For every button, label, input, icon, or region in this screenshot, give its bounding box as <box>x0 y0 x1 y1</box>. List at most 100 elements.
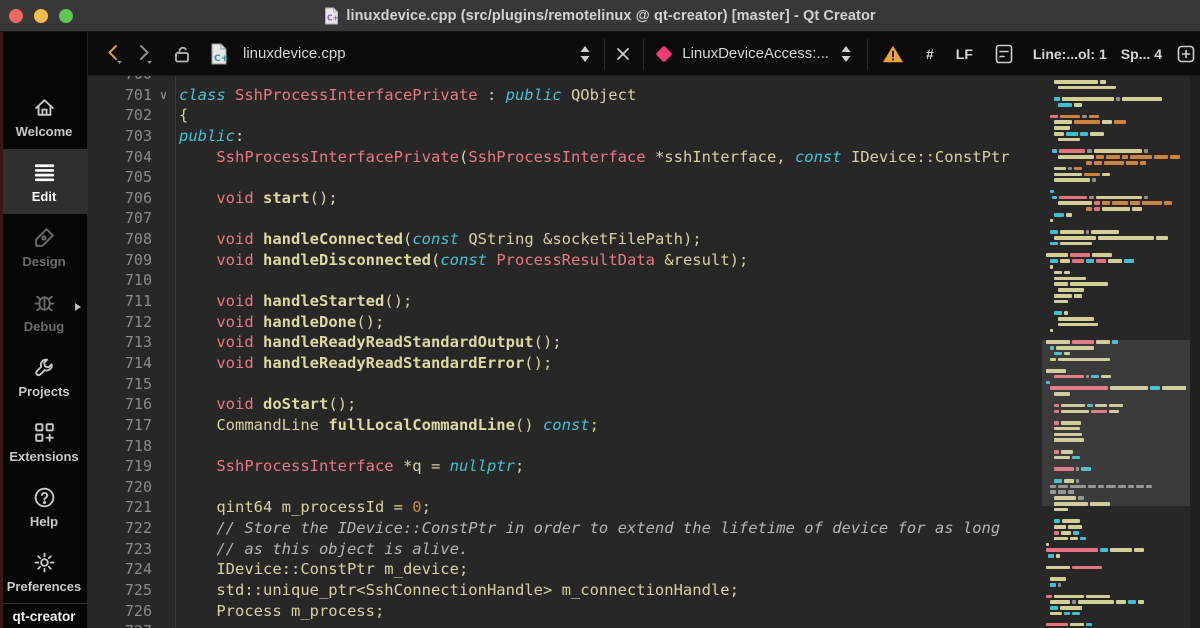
code-line[interactable]: 724 IDevice::ConstPtr m_device; <box>88 559 1040 581</box>
code-line[interactable]: 705 <box>88 167 1040 188</box>
fold-column <box>152 559 175 580</box>
code-line[interactable]: 706 void start(); <box>88 187 1040 209</box>
code-line[interactable]: 709 void handleDisconnected(const Proces… <box>88 249 1040 271</box>
project-kit-selector[interactable]: qt-creator <box>0 603 88 628</box>
fold-column <box>152 539 175 560</box>
code-line[interactable]: 717 CommandLine fullLocalCommandLine() c… <box>88 414 1040 436</box>
fold-column <box>152 477 175 498</box>
line-ending-indicator[interactable]: LF <box>956 46 973 62</box>
home-icon <box>34 98 54 116</box>
code-line[interactable]: 700 <box>88 76 1040 85</box>
debug-bug-icon <box>34 295 54 311</box>
code-line[interactable]: 723 // as this object is alive. <box>88 538 1040 560</box>
code-text: void handleDone(); <box>175 311 1040 333</box>
line-number: 703 <box>124 126 152 145</box>
indentation-indicator[interactable]: Sp... 4 <box>1121 46 1162 62</box>
plus-box-icon <box>1177 45 1195 62</box>
code-line[interactable]: 726 Process m_process; <box>88 600 1040 622</box>
line-number: 715 <box>124 374 152 393</box>
sidebar-item-help[interactable]: Help <box>0 474 88 539</box>
fold-chevron-icon[interactable]: ∨ <box>152 85 175 106</box>
sidebar-item-welcome[interactable]: Welcome <box>0 84 88 149</box>
zoom-add-button[interactable] <box>1176 44 1196 64</box>
qt-creator-window: C+ linuxdevice.cpp (src/plugins/remoteli… <box>0 0 1200 628</box>
code-line[interactable]: 712 void handleDone(); <box>88 311 1040 333</box>
code-line[interactable]: 719 SshProcessInterface *q = nullptr; <box>88 456 1040 477</box>
minimap[interactable] <box>1042 76 1190 628</box>
line-number: 714 <box>124 353 152 372</box>
mode-selector: Welcome Edit Design Debug Projects Exten… <box>0 84 88 604</box>
sidebar-item-debug[interactable]: Debug <box>0 279 88 344</box>
sidebar-item-extensions[interactable]: Extensions <box>0 409 88 474</box>
symbol-selector[interactable]: LinuxDeviceAccess:... <box>682 45 829 62</box>
fold-column <box>152 208 175 229</box>
file-encoding-button[interactable] <box>993 43 1015 65</box>
fold-column <box>152 518 175 539</box>
line-number: 711 <box>124 292 152 311</box>
code-line[interactable]: 721 qint64 m_processId = 0; <box>88 497 1040 519</box>
document-type-icon-button[interactable]: C+ <box>209 42 229 66</box>
unlock-icon <box>175 46 189 62</box>
code-line[interactable]: 722 // Store the IDevice::ConstPtr in or… <box>88 518 1040 539</box>
sidebar-item-projects[interactable]: Projects <box>0 344 88 409</box>
cursor-position-indicator[interactable]: Line:...ol: 1 <box>1033 46 1107 62</box>
code-line[interactable]: 710 <box>88 270 1040 292</box>
code-line[interactable]: 714 void handleReadyReadStandardError(); <box>88 352 1040 374</box>
code-text: void handleReadyReadStandardOutput(); <box>175 332 1040 353</box>
minimap-viewport-handle[interactable] <box>1042 340 1190 506</box>
code-text <box>175 621 1040 628</box>
code-line[interactable]: 715 <box>88 373 1040 395</box>
code-line[interactable]: 707 <box>88 208 1040 230</box>
code-editor[interactable]: 700701∨class SshProcessInterfacePrivate … <box>88 76 1200 628</box>
warning-triangle-icon <box>882 45 904 62</box>
warning-indicator[interactable] <box>882 44 904 64</box>
close-document-button[interactable] <box>615 46 631 62</box>
line-number: 700 <box>88 76 152 85</box>
line-number: 716 <box>124 395 152 414</box>
lock-toggle-button[interactable] <box>171 43 193 65</box>
code-line[interactable]: 701 ∨ class SshProcessInterfacePrivate : p… <box>88 84 1040 106</box>
code-text: qint64 m_processId = 0; <box>175 497 1040 519</box>
fold-column <box>152 76 175 85</box>
back-button[interactable] <box>105 43 123 65</box>
code-line[interactable]: 702 { <box>88 105 1040 126</box>
line-number: 705 <box>124 168 152 187</box>
code-line[interactable]: 725 std::unique_ptr<SshConnectionHandle>… <box>88 580 1040 601</box>
debug-flyout-arrow-icon <box>75 303 81 311</box>
fold-column <box>152 394 175 415</box>
fold-column <box>152 497 175 518</box>
preferences-gear-icon <box>34 552 54 572</box>
code-line[interactable]: 704 SshProcessInterfacePrivate(SshProces… <box>88 146 1040 168</box>
code-line[interactable]: 713 void handleReadyReadStandardOutput()… <box>88 332 1040 353</box>
window-left-edge <box>0 32 3 628</box>
sidebar-item-preferences[interactable]: Preferences <box>0 539 88 604</box>
window-title: linuxdevice.cpp (src/plugins/remotelinux… <box>346 8 876 24</box>
code-text: public: <box>175 125 1040 147</box>
code-text: void doStart(); <box>175 394 1040 415</box>
fold-column <box>152 229 175 250</box>
code-text <box>175 167 1040 188</box>
symbol-dropdown-arrows[interactable] <box>839 44 853 64</box>
code-line[interactable]: 711 void handleStarted(); <box>88 291 1040 312</box>
hash-indicator[interactable]: # <box>926 46 934 62</box>
code-line[interactable]: 703 public: <box>88 125 1040 147</box>
code-line[interactable]: 708 void handleConnected(const QString &… <box>88 229 1040 250</box>
code-line[interactable]: 727 <box>88 621 1040 628</box>
code-line[interactable]: 718 <box>88 435 1040 457</box>
sidebar-item-design[interactable]: Design <box>0 214 88 279</box>
editor-scrollbar[interactable] <box>1190 76 1200 628</box>
titlebar: C+ linuxdevice.cpp (src/plugins/remoteli… <box>0 0 1200 32</box>
code-line[interactable]: 720 <box>88 476 1040 498</box>
forward-button[interactable] <box>135 43 153 65</box>
document-dropdown-arrows[interactable] <box>578 44 592 64</box>
code-text <box>175 373 1040 395</box>
code-text: // Store the IDevice::ConstPtr in order … <box>175 518 1040 539</box>
sidebar-item-edit[interactable]: Edit <box>0 149 88 214</box>
open-document-selector[interactable]: linuxdevice.cpp <box>243 45 578 62</box>
document-lines-icon <box>995 44 1013 63</box>
code-text: SshProcessInterfacePrivate(SshProcessInt… <box>175 146 1040 168</box>
line-number: 719 <box>124 457 152 476</box>
line-number: 720 <box>124 477 152 496</box>
fold-column <box>152 167 175 188</box>
code-line[interactable]: 716 void doStart(); <box>88 394 1040 415</box>
